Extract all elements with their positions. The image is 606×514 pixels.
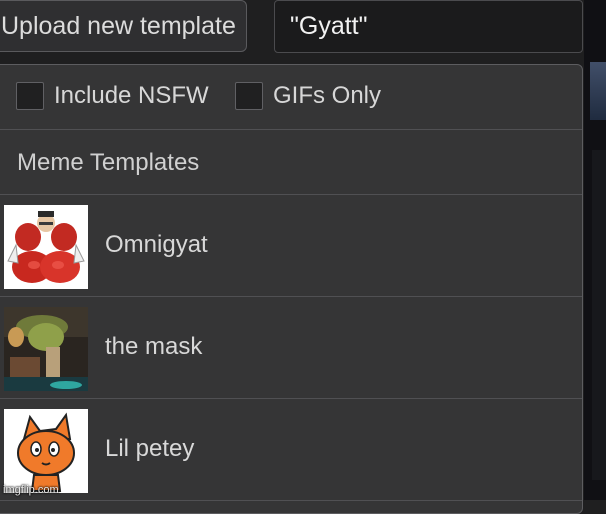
template-item-omnigyat[interactable]: Omnigyat — [0, 195, 582, 297]
include-nsfw-option[interactable]: Include NSFW — [16, 82, 209, 110]
upload-template-button[interactable]: Upload new template — [0, 0, 247, 52]
template-thumbnail — [4, 307, 88, 391]
gifs-only-checkbox[interactable] — [235, 82, 263, 110]
gifs-only-label: GIFs Only — [273, 82, 382, 109]
section-title: Meme Templates — [17, 149, 200, 176]
include-nsfw-label: Include NSFW — [54, 82, 209, 109]
gifs-only-option[interactable]: GIFs Only — [235, 82, 381, 110]
search-input[interactable]: "Gyatt" — [274, 0, 583, 53]
template-thumbnail — [4, 409, 88, 493]
background-photo-edge — [584, 0, 606, 500]
template-label: Omnigyat — [105, 231, 208, 258]
template-panel: Include NSFW GIFs Only Meme Templates Om… — [0, 64, 583, 514]
template-item-the-mask[interactable]: the mask — [0, 297, 582, 399]
template-label: Lil petey — [105, 435, 195, 462]
template-item-lil-petey[interactable]: Lil petey — [0, 399, 582, 501]
filter-options: Include NSFW GIFs Only — [0, 65, 582, 130]
include-nsfw-checkbox[interactable] — [16, 82, 44, 110]
upload-template-label: Upload new template — [1, 11, 236, 40]
template-label: the mask — [105, 333, 203, 360]
template-thumbnail — [4, 205, 88, 289]
imgflip-watermark: imgflip.com — [3, 484, 59, 496]
search-input-value: "Gyatt" — [290, 12, 368, 40]
